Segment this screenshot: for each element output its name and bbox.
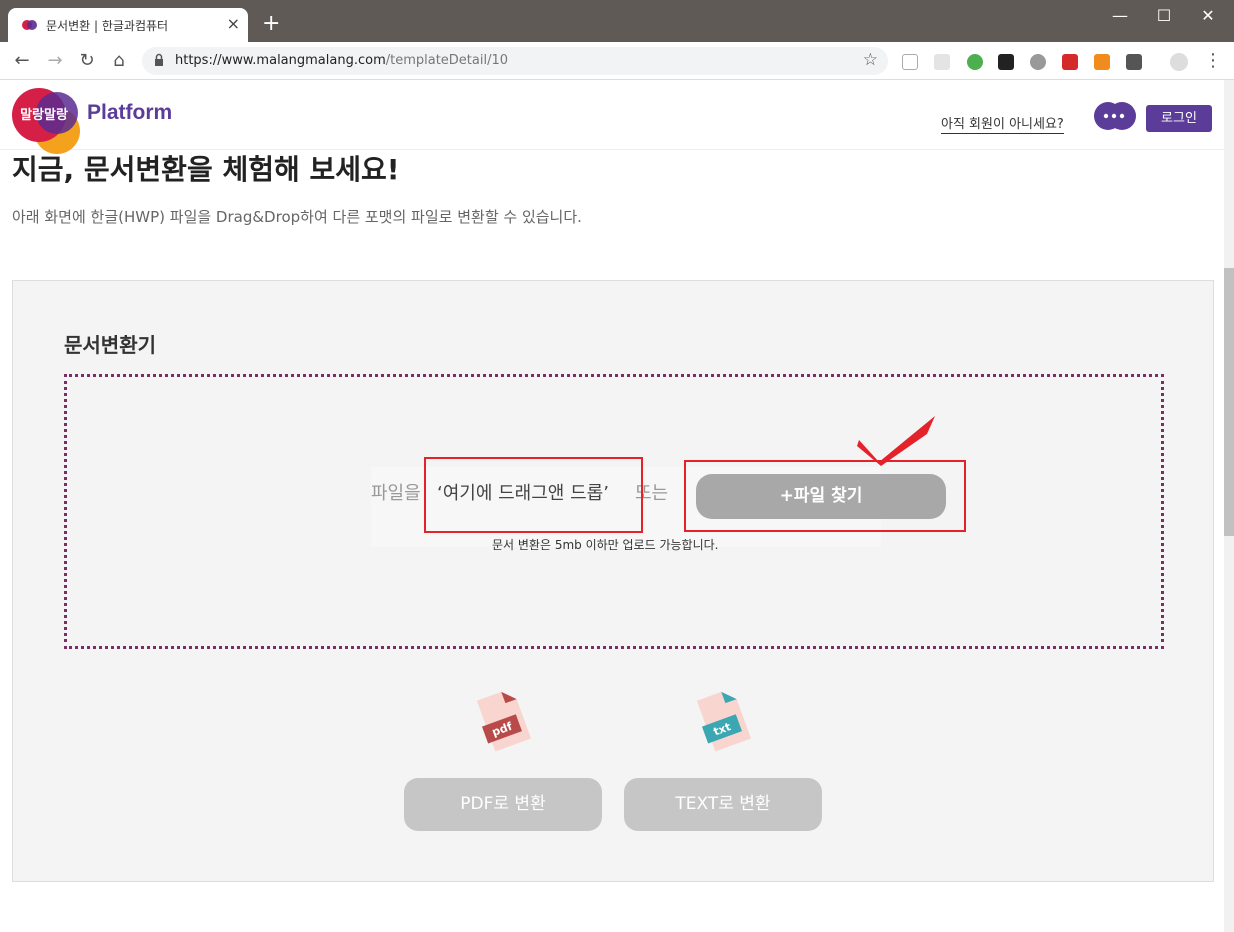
profile-avatar-icon[interactable] (1170, 53, 1188, 71)
convert-pdf-button[interactable]: PDF로 변환 (404, 778, 602, 831)
forward-icon[interactable]: → (44, 50, 66, 71)
extension-i-icon[interactable] (1126, 54, 1142, 70)
browser-titlebar: 문서변환 | 한글과컴퓨터 × + — ☐ ✕ (0, 0, 1234, 42)
drop-prefix-text: 파일을 (371, 483, 421, 504)
platform-text: Platform (87, 101, 173, 124)
signup-link[interactable]: 아직 회원이 아니세요? (941, 113, 1064, 134)
extension-globe-icon[interactable] (1030, 54, 1046, 70)
extension-ex-icon[interactable] (1094, 54, 1110, 70)
extension-cursor-icon[interactable] (902, 54, 918, 70)
logo-text: 말랑말랑 (20, 108, 68, 123)
extension-folder-icon[interactable] (934, 54, 950, 70)
convert-text-button[interactable]: TEXT로 변환 (624, 778, 822, 831)
document-converter-panel: 문서변환기 파일을 ‘여기에 드래그앤 드롭’ 또는 +파일 찾기 문서 변환은… (12, 280, 1214, 882)
pdf-file-icon: pdf (476, 691, 532, 752)
url-host: https://www.malangmalang.com (175, 53, 386, 68)
extension-media-icon[interactable] (1062, 54, 1078, 70)
file-dropzone[interactable]: 파일을 ‘여기에 드래그앤 드롭’ 또는 +파일 찾기 문서 변환은 5mb 이… (64, 374, 1164, 649)
annotation-box-find (684, 460, 966, 532)
scrollbar-thumb[interactable] (1224, 268, 1234, 536)
browser-toolbar: ← → ↻ ⌂ https://www.malangmalang.com/tem… (0, 42, 1234, 80)
browser-menu-icon[interactable]: ⋮ (1204, 50, 1222, 71)
txt-file-icon: txt (696, 691, 752, 752)
size-limit-note: 문서 변환은 5mb 이하만 업로드 가능합니다. (492, 538, 719, 552)
page-title: 지금, 문서변환을 체험해 보세요! (12, 153, 400, 186)
back-icon[interactable]: ← (11, 50, 33, 71)
tab-close-icon[interactable]: × (227, 14, 240, 33)
reload-icon[interactable]: ↻ (76, 50, 98, 71)
minimize-button[interactable]: — (1108, 6, 1132, 25)
tab-title: 문서변환 | 한글과컴퓨터 (46, 19, 169, 33)
login-button[interactable]: 로그인 (1146, 105, 1212, 132)
browser-tab[interactable]: 문서변환 | 한글과컴퓨터 × (8, 8, 248, 42)
maximize-button[interactable]: ☐ (1152, 6, 1176, 25)
checkmark-icon (857, 416, 935, 466)
site-header: 말랑말랑 Platform 아직 회원이 아니세요? 로그인 (0, 80, 1224, 154)
home-icon[interactable]: ⌂ (108, 50, 130, 71)
url-text: https://www.malangmalang.com/templateDet… (175, 53, 508, 68)
site-logo[interactable]: 말랑말랑 Platform (12, 88, 192, 154)
extension-on-icon[interactable] (967, 54, 983, 70)
extension-a-icon[interactable] (998, 54, 1014, 70)
favicon-icon (22, 20, 37, 30)
chat-bubble-icon[interactable] (1093, 100, 1137, 132)
page-scrollbar[interactable] (1224, 80, 1234, 932)
url-path: /templateDetail/10 (385, 53, 509, 68)
lock-icon (155, 53, 163, 66)
converter-title: 문서변환기 (64, 333, 156, 357)
close-window-button[interactable]: ✕ (1196, 6, 1220, 25)
new-tab-button[interactable]: + (262, 13, 280, 35)
annotation-box-drop (424, 457, 643, 533)
page-description: 아래 화면에 한글(HWP) 파일을 Drag&Drop하여 다른 포맷의 파일… (12, 208, 582, 226)
address-bar[interactable]: https://www.malangmalang.com/templateDet… (142, 47, 888, 75)
bookmark-star-icon[interactable]: ☆ (863, 50, 878, 70)
